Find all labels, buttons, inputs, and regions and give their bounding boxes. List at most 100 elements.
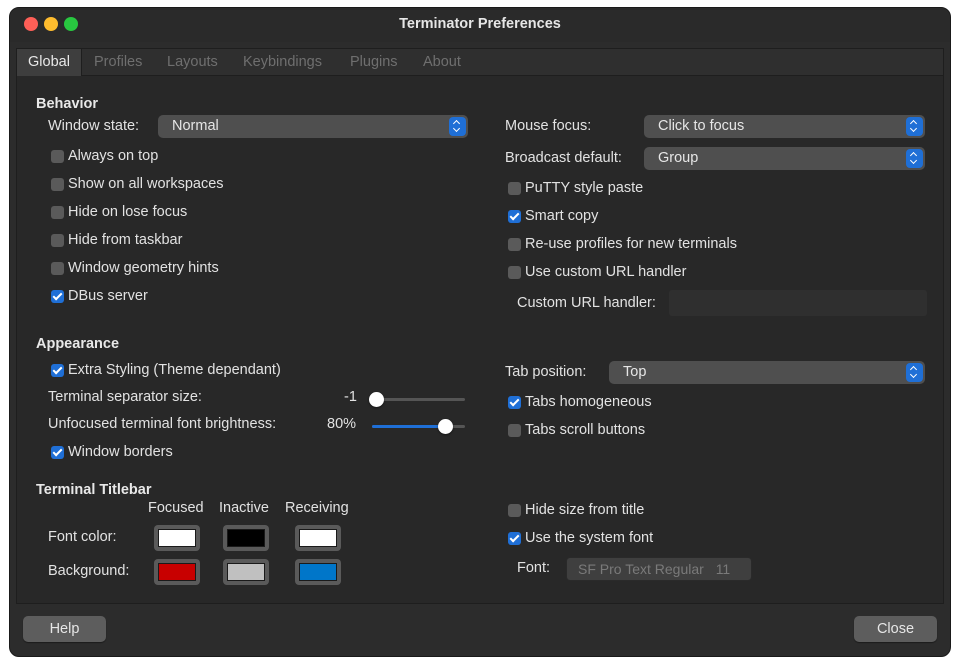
tab-about[interactable]: About [423, 49, 461, 76]
checkbox-icon [508, 265, 521, 279]
tab-keybindings[interactable]: Keybindings [243, 49, 322, 76]
receiving-column-header: Receiving [285, 500, 349, 516]
tab-layouts[interactable]: Layouts [167, 49, 218, 76]
help-button[interactable]: Help [23, 616, 106, 642]
checkbox-checked-icon [51, 445, 64, 459]
smart-copy-label: Smart copy [525, 208, 599, 224]
hide-from-taskbar-label: Hide from taskbar [68, 232, 183, 248]
show-on-all-workspaces-checkbox[interactable]: Show on all workspaces [51, 176, 224, 192]
checkbox-icon [51, 205, 64, 219]
select-arrows-icon [449, 117, 466, 136]
tabs-homogeneous-checkbox[interactable]: Tabs homogeneous [508, 394, 652, 410]
tabs-scroll-buttons-label: Tabs scroll buttons [525, 422, 646, 438]
window-state-value: Normal [172, 118, 219, 134]
tab-strip: Global Profiles Layouts Keybindings Plug… [17, 49, 943, 76]
select-arrows-icon [906, 149, 923, 168]
font-label: Font: [517, 560, 551, 576]
receiving-font-color-button[interactable] [295, 525, 341, 551]
appearance-heading: Appearance [36, 336, 120, 352]
hide-from-taskbar-checkbox[interactable]: Hide from taskbar [51, 232, 182, 248]
extra-styling-checkbox[interactable]: Extra Styling (Theme dependant) [51, 362, 281, 378]
color-swatch [299, 529, 337, 547]
tab-position-value: Top [623, 364, 647, 380]
hide-size-from-title-checkbox[interactable]: Hide size from title [508, 502, 644, 518]
focused-font-color-button[interactable] [154, 525, 200, 551]
tab-plugins[interactable]: Plugins [350, 49, 398, 76]
reuse-profiles-checkbox[interactable]: Re-use profiles for new terminals [508, 236, 737, 252]
unfocused-brightness-value: 80% [327, 416, 357, 432]
close-button[interactable]: Close [854, 616, 937, 642]
preferences-notebook: Global Profiles Layouts Keybindings Plug… [16, 48, 944, 604]
broadcast-default-label: Broadcast default: [505, 150, 622, 166]
inactive-font-color-button[interactable] [223, 525, 269, 551]
separator-size-value: -1 [344, 389, 357, 405]
titlebar-heading: Terminal Titlebar [36, 482, 152, 498]
select-arrows-icon [906, 363, 923, 382]
tab-profiles[interactable]: Profiles [94, 49, 142, 76]
color-swatch [227, 529, 265, 547]
font-name: SF Pro Text Regular [578, 561, 704, 577]
tab-global[interactable]: Global [17, 49, 82, 76]
slider-track [372, 398, 465, 401]
mouse-focus-label: Mouse focus: [505, 118, 592, 134]
dbus-server-label: DBus server [68, 288, 148, 304]
use-system-font-checkbox[interactable]: Use the system font [508, 530, 653, 546]
mouse-focus-select[interactable]: Click to focus [644, 115, 925, 138]
checkbox-checked-icon [508, 395, 521, 409]
use-custom-url-handler-checkbox[interactable]: Use custom URL handler [508, 264, 686, 280]
inactive-background-color-button[interactable] [223, 559, 269, 585]
use-custom-url-handler-label: Use custom URL handler [525, 264, 687, 280]
inactive-column-header: Inactive [219, 500, 269, 516]
mouse-focus-value: Click to focus [658, 118, 745, 134]
putty-style-paste-label: PuTTY style paste [525, 180, 644, 196]
checkbox-checked-icon [508, 531, 521, 545]
focused-column-header: Focused [148, 500, 204, 516]
slider-fill [372, 425, 447, 428]
tabs-scroll-buttons-checkbox[interactable]: Tabs scroll buttons [508, 422, 645, 438]
receiving-background-color-button[interactable] [295, 559, 341, 585]
custom-url-handler-label: Custom URL handler: [517, 295, 656, 311]
slider-handle[interactable] [369, 392, 384, 407]
checkbox-icon [508, 181, 521, 195]
putty-style-paste-checkbox[interactable]: PuTTY style paste [508, 180, 643, 196]
checkbox-icon [51, 233, 64, 247]
hide-on-lose-focus-label: Hide on lose focus [68, 204, 188, 220]
color-swatch [227, 563, 265, 581]
checkbox-icon [51, 261, 64, 275]
checkbox-icon [51, 177, 64, 191]
font-size: 11 [715, 561, 731, 577]
use-system-font-label: Use the system font [525, 530, 654, 546]
window-borders-checkbox[interactable]: Window borders [51, 444, 173, 460]
slider-handle[interactable] [438, 419, 453, 434]
window-geometry-hints-checkbox[interactable]: Window geometry hints [51, 260, 219, 276]
separator-size-label: Terminal separator size: [48, 389, 202, 405]
show-on-all-workspaces-label: Show on all workspaces [68, 176, 224, 192]
always-on-top-label: Always on top [68, 148, 159, 164]
focused-background-color-button[interactable] [154, 559, 200, 585]
checkbox-checked-icon [51, 363, 64, 377]
checkbox-checked-icon [508, 209, 521, 223]
checkbox-icon [508, 237, 521, 251]
font-chooser-button[interactable]: SF Pro Text Regular 11 [566, 557, 752, 581]
color-swatch [158, 529, 196, 547]
color-swatch [158, 563, 196, 581]
window-state-select[interactable]: Normal [158, 115, 468, 138]
always-on-top-checkbox[interactable]: Always on top [51, 148, 158, 164]
dbus-server-checkbox[interactable]: DBus server [51, 288, 148, 304]
checkbox-checked-icon [51, 289, 64, 303]
behavior-heading: Behavior [36, 96, 99, 112]
extra-styling-label: Extra Styling (Theme dependant) [68, 362, 281, 378]
window-state-label: Window state: [48, 118, 140, 134]
title-bar: Terminator Preferences [10, 8, 950, 42]
checkbox-icon [508, 423, 521, 437]
broadcast-default-value: Group [658, 150, 699, 166]
hide-size-from-title-label: Hide size from title [525, 502, 645, 518]
smart-copy-checkbox[interactable]: Smart copy [508, 208, 598, 224]
tabs-homogeneous-label: Tabs homogeneous [525, 394, 652, 410]
tab-position-select[interactable]: Top [609, 361, 925, 384]
checkbox-icon [508, 503, 521, 517]
broadcast-default-select[interactable]: Group [644, 147, 925, 170]
hide-on-lose-focus-checkbox[interactable]: Hide on lose focus [51, 204, 187, 220]
custom-url-handler-input[interactable] [669, 290, 927, 316]
window-title: Terminator Preferences [399, 16, 561, 32]
